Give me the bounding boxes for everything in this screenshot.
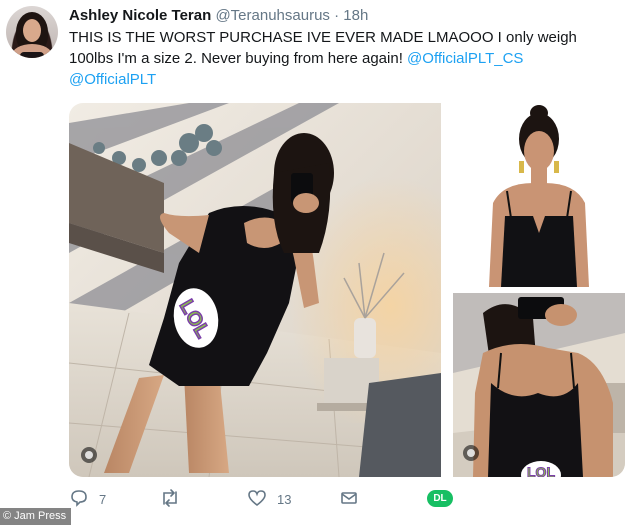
action-bar: 7 13 — [69, 488, 489, 510]
avatar-top — [20, 52, 44, 58]
retweet-icon — [159, 488, 181, 511]
reply-icon — [69, 488, 89, 511]
photo-credit: © Jam Press — [0, 508, 72, 525]
reply-button[interactable]: 7 — [69, 488, 106, 510]
display-name[interactable]: Ashley Nicole Teran — [69, 7, 211, 24]
product-illustration — [453, 103, 625, 287]
like-button[interactable]: 13 — [247, 488, 291, 510]
user-handle[interactable]: @Teranuhsaurus — [215, 7, 329, 24]
media-tag-icon[interactable] — [81, 447, 97, 463]
tweet-timestamp[interactable]: 18h — [343, 7, 368, 24]
mirror-selfie-illustration: LOL — [69, 103, 441, 477]
media-grid: LOL LOL — [69, 103, 625, 477]
mirror-selfie-photo[interactable]: LOL — [69, 103, 441, 477]
product-photo[interactable] — [453, 103, 625, 287]
mirror-selfie-crop-photo[interactable]: LOL — [453, 293, 625, 477]
svg-text:LOL: LOL — [527, 464, 555, 477]
tweet-header: Ashley Nicole Teran @Teranuhsaurus · 18h — [69, 6, 368, 26]
avatar[interactable] — [6, 6, 58, 58]
like-count: 13 — [277, 491, 292, 507]
separator-dot: · — [334, 7, 340, 24]
media-tag-icon[interactable] — [463, 445, 479, 461]
small-selfie-illustration: LOL — [453, 293, 625, 477]
heart-icon — [247, 488, 267, 511]
dl-badge[interactable]: DL — [427, 490, 453, 507]
tweet-text: THIS IS THE WORST PURCHASE IVE EVER MADE… — [69, 27, 624, 90]
retweet-button[interactable] — [159, 488, 181, 510]
mention-link[interactable]: @OfficialPLT_CS — [407, 50, 523, 67]
direct-message-button[interactable] — [339, 488, 359, 510]
envelope-icon — [339, 488, 359, 511]
reply-count: 7 — [99, 491, 107, 507]
avatar-face — [23, 19, 41, 42]
mention-link[interactable]: @OfficialPLT — [69, 71, 156, 88]
